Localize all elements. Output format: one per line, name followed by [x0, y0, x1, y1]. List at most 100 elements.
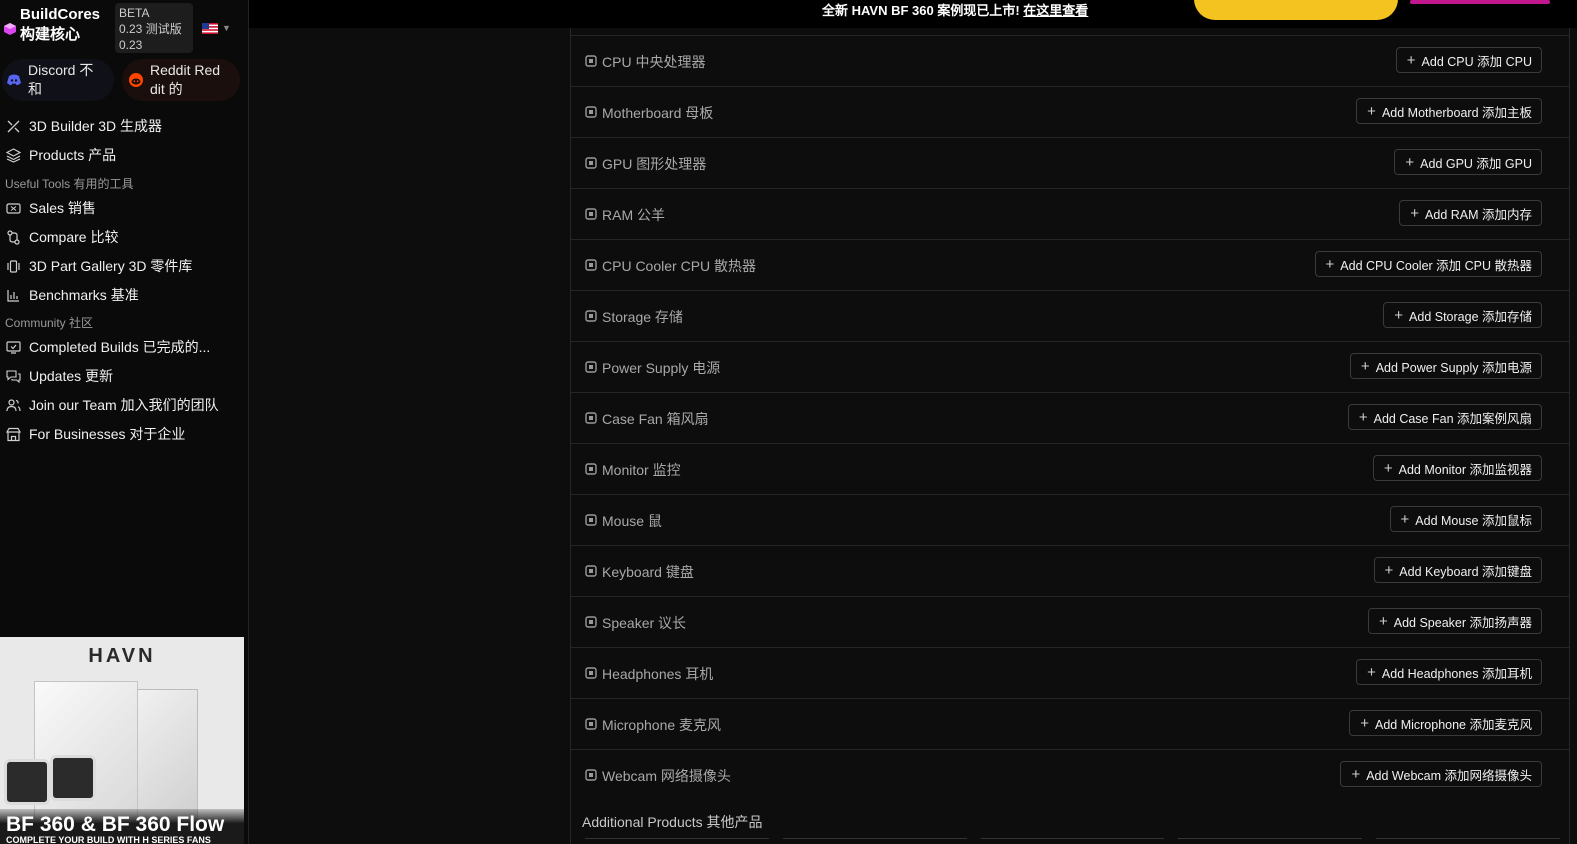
reddit-label-cn: dit 的 — [150, 81, 183, 97]
part-row: Keyboard 键盘 + Add Keyboard 添加键盘 — [571, 545, 1570, 596]
chevron-down-icon[interactable]: ▼ — [222, 23, 231, 33]
part-row: CPU Cooler CPU 散热器 + Add CPU Cooler 添加 CPU… — [571, 239, 1570, 290]
add-part-button[interactable]: + Add Motherboard 添加主板 — [1356, 98, 1542, 124]
add-part-button-label: Add Webcam 添加网络摄像头 — [1366, 768, 1532, 783]
add-part-button[interactable]: + Add Monitor 添加监视器 — [1372, 455, 1542, 481]
plus-icon: + — [1360, 357, 1370, 375]
add-part-button-label: Add CPU Cooler 添加 CPU 散热器 — [1340, 258, 1532, 273]
add-part-button[interactable]: + Add Case Fan 添加案例风扇 — [1347, 404, 1542, 430]
reddit-link[interactable]: Reddit Red dit 的 — [122, 59, 240, 101]
product-chip[interactable] — [782, 838, 967, 840]
fan-image — [50, 755, 96, 801]
part-label: CPU 中央处理器 — [602, 54, 706, 70]
add-part-button[interactable]: + Add Microphone 添加麦克风 — [1349, 710, 1542, 736]
add-part-button[interactable]: + Add Mouse 添加鼠标 — [1389, 506, 1542, 532]
nav-benchmarks[interactable]: Benchmarks 基准 — [0, 283, 249, 307]
nav-sales[interactable]: Sales 销售 — [0, 196, 249, 220]
part-row: Motherboard 母板 + Add Motherboard 添加主板 — [571, 86, 1570, 137]
add-part-button[interactable]: + Add Power Supply 添加电源 — [1349, 353, 1542, 379]
add-part-button[interactable]: + Add CPU 添加 CPU — [1395, 47, 1542, 73]
add-part-button-label: Add Microphone 添加麦克风 — [1374, 717, 1532, 732]
product-chip[interactable] — [1376, 838, 1560, 840]
add-part-button[interactable]: + Add RAM 添加内存 — [1399, 200, 1542, 226]
part-label: Motherboard 母板 — [602, 105, 714, 121]
add-part-button[interactable]: + Add GPU 添加 GPU — [1394, 149, 1542, 175]
ad-subtitle: COMPLETE YOUR BUILD WITH H SERIES FANS — [6, 835, 211, 844]
mouse-icon — [585, 513, 597, 526]
plus-icon: + — [1406, 51, 1416, 69]
add-part-button-label: Add CPU 添加 CPU — [1421, 54, 1532, 69]
additional-products-heading: Additional Products 其他产品 — [582, 814, 763, 830]
nav-3d-part-gallery[interactable]: 3D Part Gallery 3D 零件库 — [0, 254, 249, 278]
nav-label: 3D Part Gallery 3D 零件库 — [29, 258, 193, 274]
sidebar: BuildCores 构建核心 BETA 0.23 测试版 0.23 ▼ Dis… — [0, 0, 249, 844]
brand-logo-link[interactable]: BuildCores 构建核心 — [4, 5, 100, 45]
nav-products[interactable]: Products 产品 — [0, 143, 249, 167]
product-chip[interactable] — [980, 838, 1165, 840]
add-part-button-label: Add Keyboard 添加键盘 — [1399, 564, 1532, 579]
cube-icon — [4, 23, 16, 35]
plus-icon: + — [1325, 255, 1335, 273]
add-part-button-label: Add Power Supply 添加电源 — [1375, 360, 1532, 375]
add-part-button-label: Add Headphones 添加耳机 — [1381, 666, 1532, 681]
nav-label: Sales 销售 — [29, 200, 96, 216]
add-part-button-label: Add Motherboard 添加主板 — [1381, 105, 1532, 120]
ticket-icon — [6, 202, 21, 214]
speaker-icon — [585, 615, 597, 628]
part-label: CPU Cooler CPU 散热器 — [602, 258, 757, 274]
banner-cta-button[interactable] — [1194, 0, 1398, 20]
part-row: Monitor 监控 + Add Monitor 添加监视器 — [571, 443, 1570, 494]
banner-link[interactable]: 在这里查看 — [1023, 3, 1088, 18]
add-part-button[interactable]: + Add Speaker 添加扬声器 — [1367, 608, 1542, 634]
part-row: Headphones 耳机 + Add Headphones 添加耳机 — [571, 647, 1570, 698]
banner-text: 全新 HAVN BF 360 案例现已上市! 在这里查看 — [822, 0, 1088, 19]
part-label: Power Supply 电源 — [602, 360, 721, 376]
brand-name: BuildCores — [20, 6, 101, 23]
part-label: Monitor 监控 — [602, 462, 681, 478]
part-row: Power Supply 电源 + Add Power Supply 添加电源 — [571, 341, 1570, 392]
banner-accent-bar — [1410, 0, 1550, 4]
nav-3d-builder[interactable]: 3D Builder 3D 生成器 — [0, 114, 249, 138]
part-label: Storage 存储 — [602, 309, 683, 325]
nav-updates[interactable]: Updates 更新 — [0, 364, 249, 388]
part-row: RAM 公羊 + Add RAM 添加内存 — [571, 188, 1570, 239]
add-part-button[interactable]: + Add Headphones 添加耳机 — [1356, 659, 1542, 685]
add-part-button-label: Add RAM 添加内存 — [1425, 207, 1532, 222]
nav-join-team[interactable]: Join our Team 加入我们的团队 — [0, 393, 249, 417]
add-part-button[interactable]: + Add CPU Cooler 添加 CPU 散热器 — [1314, 251, 1542, 277]
nav-compare[interactable]: Compare 比较 — [0, 225, 249, 249]
havn-advertisement[interactable]: HAVN BF 360 & BF 360 Flow COMPLETE YOUR … — [0, 637, 244, 844]
ram-icon — [585, 207, 597, 220]
havn-logo: HAVN — [88, 645, 156, 667]
monitor-icon — [585, 462, 597, 475]
plus-icon: + — [1358, 408, 1368, 426]
us-flag-icon[interactable] — [202, 23, 218, 34]
add-part-button-label: Add GPU 添加 GPU — [1420, 156, 1532, 171]
layers-icon — [6, 147, 21, 163]
part-label: GPU 图形处理器 — [602, 156, 707, 172]
part-label: Webcam 网络摄像头 — [602, 768, 731, 784]
part-label: Microphone 麦克风 — [602, 717, 722, 733]
discord-label-cn: 和 — [28, 81, 42, 97]
monitor-check-icon — [6, 340, 21, 354]
add-part-button[interactable]: + Add Storage 添加存储 — [1383, 302, 1542, 328]
part-label: Case Fan 箱风扇 — [602, 411, 709, 427]
plus-icon: + — [1378, 612, 1388, 630]
add-part-button[interactable]: + Add Webcam 添加网络摄像头 — [1340, 761, 1542, 787]
part-row: Webcam 网络摄像头 + Add Webcam 添加网络摄像头 — [571, 749, 1570, 800]
keyboard-icon — [585, 564, 597, 577]
bar-chart-icon — [7, 289, 19, 302]
beta-version-cn: 0.23 — [119, 38, 143, 52]
nav-completed-builds[interactable]: Completed Builds 已完成的... — [0, 335, 249, 359]
users-icon — [6, 398, 21, 411]
add-part-button[interactable]: + Add Keyboard 添加键盘 — [1373, 557, 1542, 583]
product-chip[interactable] — [585, 838, 769, 840]
store-icon — [6, 427, 21, 441]
part-row: Speaker 议长 + Add Speaker 添加扬声器 — [571, 596, 1570, 647]
plus-icon: + — [1384, 561, 1394, 579]
nav-for-businesses[interactable]: For Businesses 对于企业 — [0, 422, 249, 446]
add-part-button-label: Add Speaker 添加扬声器 — [1393, 615, 1532, 630]
product-chip[interactable] — [1178, 838, 1363, 840]
discord-link[interactable]: Discord 不 和 — [2, 59, 114, 101]
compare-icon — [7, 229, 20, 245]
